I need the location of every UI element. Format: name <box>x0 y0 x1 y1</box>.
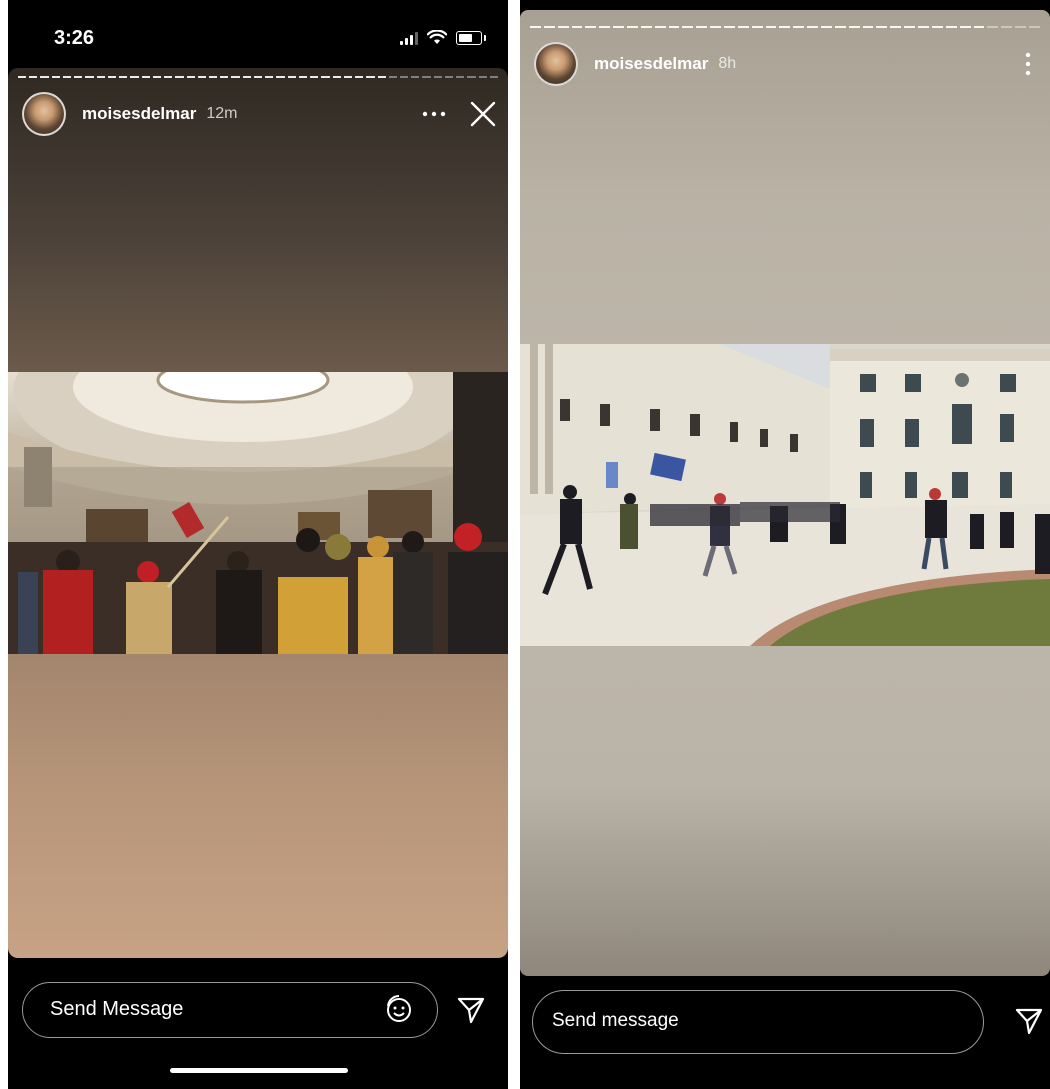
story-frame[interactable]: moisesdelmar 8h <box>520 10 1050 976</box>
username[interactable]: moisesdelmar <box>82 104 196 124</box>
avatar[interactable] <box>534 42 578 86</box>
send-message-placeholder: Send message <box>552 1010 679 1031</box>
send-message-placeholder: Send Message <box>50 998 184 1020</box>
paper-plane-icon[interactable] <box>456 995 486 1025</box>
sticker-icon[interactable] <box>382 993 414 1025</box>
paper-plane-icon[interactable] <box>1014 1006 1044 1036</box>
story-frame[interactable]: moisesdelmar 12m <box>8 68 508 958</box>
post-time: 12m <box>206 105 238 122</box>
status-time: 3:26 <box>54 27 95 49</box>
story-header: moisesdelmar 8h <box>534 42 1038 86</box>
left-story-screen: 3:26 moisesdelmar 12m Send Message <box>8 0 508 1089</box>
rotunda-photo <box>8 372 508 654</box>
story-header: moisesdelmar 12m <box>22 92 496 136</box>
wifi-icon <box>427 30 447 44</box>
ellipsis-vertical-icon[interactable] <box>1024 52 1032 76</box>
close-icon[interactable] <box>470 101 496 127</box>
right-story-screen: moisesdelmar 8h Send message <box>520 0 1050 1089</box>
ellipsis-horizontal-icon[interactable] <box>422 110 446 118</box>
username[interactable]: moisesdelmar <box>594 54 708 74</box>
story-progress-bar <box>530 26 1040 28</box>
battery-icon <box>456 30 486 45</box>
capitol-exterior-photo <box>520 344 1050 646</box>
post-time: 8h <box>718 55 737 72</box>
avatar[interactable] <box>22 92 66 136</box>
story-progress-bar <box>18 76 499 78</box>
story-photo <box>8 372 508 654</box>
story-photo <box>520 344 1050 646</box>
status-bar: 3:26 <box>8 0 508 70</box>
home-indicator[interactable] <box>170 1068 348 1073</box>
cellular-signal-icon <box>400 31 418 45</box>
